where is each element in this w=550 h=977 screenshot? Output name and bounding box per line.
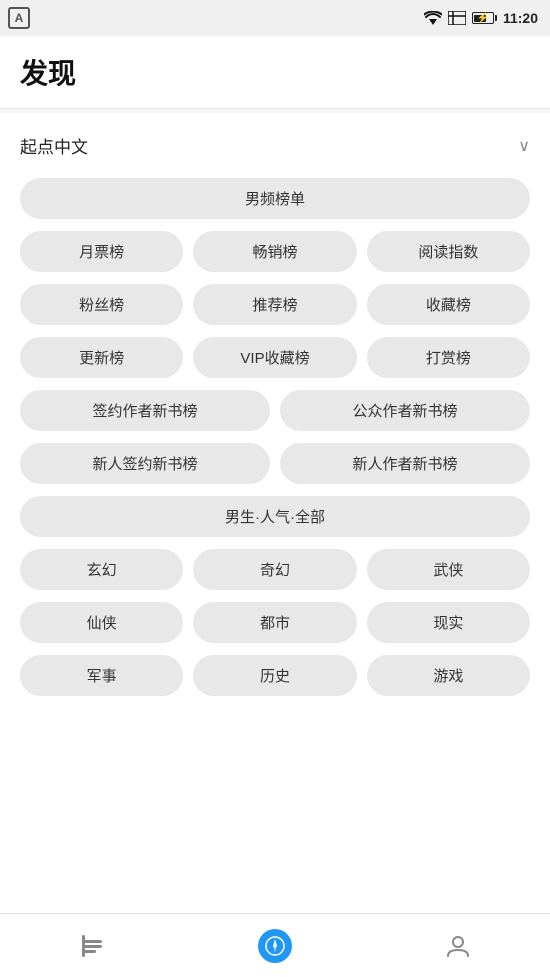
- row-charts-3: 更新榜 VIP收藏榜 打赏榜: [20, 337, 530, 378]
- bottom-nav: [0, 913, 550, 977]
- nav-library[interactable]: [0, 914, 183, 977]
- row-charts-5: 新人签约新书榜 新人作者新书榜: [20, 443, 530, 484]
- bestseller-button[interactable]: 畅销榜: [193, 231, 356, 272]
- nav-discover[interactable]: [183, 914, 366, 977]
- status-bar: A ⚡ 11:20: [0, 0, 550, 36]
- collect-chart-button[interactable]: 收藏榜: [367, 284, 530, 325]
- chevron-down-icon: ∨: [518, 136, 530, 156]
- military-button[interactable]: 军事: [20, 655, 183, 696]
- game-button[interactable]: 游戏: [367, 655, 530, 696]
- profile-icon: [444, 932, 472, 960]
- xuanhuan-button[interactable]: 玄幻: [20, 549, 183, 590]
- signal-icon: [448, 11, 466, 25]
- row-charts-4: 签约作者新书榜 公众作者新书榜: [20, 390, 530, 431]
- main-content: 起点中文 ∨ 男频榜单 月票榜 畅销榜 阅读指数 粉丝榜 推荐榜 收藏榜 更新榜…: [0, 113, 550, 918]
- section-male-charts: 男频榜单: [20, 178, 530, 219]
- section-male-popular: 男生·人气·全部: [20, 496, 530, 537]
- male-popular-button[interactable]: 男生·人气·全部: [20, 496, 530, 537]
- row-charts-1: 月票榜 畅销榜 阅读指数: [20, 231, 530, 272]
- library-icon: [78, 932, 106, 960]
- row-genre-3: 军事 历史 游戏: [20, 655, 530, 696]
- header: 发现: [0, 36, 550, 109]
- reading-index-button[interactable]: 阅读指数: [367, 231, 530, 272]
- monthly-ticket-button[interactable]: 月票榜: [20, 231, 183, 272]
- dushi-button[interactable]: 都市: [193, 602, 356, 643]
- vip-collect-button[interactable]: VIP收藏榜: [193, 337, 356, 378]
- compass-icon: [258, 929, 292, 963]
- reward-chart-button[interactable]: 打赏榜: [367, 337, 530, 378]
- row-charts-2: 粉丝榜 推荐榜 收藏榜: [20, 284, 530, 325]
- status-time: 11:20: [503, 10, 538, 26]
- recommend-chart-button[interactable]: 推荐榜: [193, 284, 356, 325]
- battery-icon: ⚡: [472, 12, 497, 24]
- dropdown-label: 起点中文: [20, 133, 88, 158]
- fans-chart-button[interactable]: 粉丝榜: [20, 284, 183, 325]
- status-left: A: [8, 7, 30, 29]
- male-charts-button[interactable]: 男频榜单: [20, 178, 530, 219]
- status-right: ⚡ 11:20: [424, 10, 538, 26]
- public-author-new-button[interactable]: 公众作者新书榜: [280, 390, 530, 431]
- xianxia-button[interactable]: 仙侠: [20, 602, 183, 643]
- nav-profile[interactable]: [367, 914, 550, 977]
- row-genre-1: 玄幻 奇幻 武侠: [20, 549, 530, 590]
- wifi-icon: [424, 11, 442, 25]
- history-button[interactable]: 历史: [193, 655, 356, 696]
- update-chart-button[interactable]: 更新榜: [20, 337, 183, 378]
- newbie-signed-button[interactable]: 新人签约新书榜: [20, 443, 270, 484]
- newbie-author-button[interactable]: 新人作者新书榜: [280, 443, 530, 484]
- source-dropdown[interactable]: 起点中文 ∨: [20, 133, 530, 158]
- wuxia-button[interactable]: 武侠: [367, 549, 530, 590]
- a-icon: A: [8, 7, 30, 29]
- row-genre-2: 仙侠 都市 现实: [20, 602, 530, 643]
- qihuan-button[interactable]: 奇幻: [193, 549, 356, 590]
- signed-author-new-button[interactable]: 签约作者新书榜: [20, 390, 270, 431]
- page-title: 发现: [20, 58, 76, 89]
- reality-button[interactable]: 现实: [367, 602, 530, 643]
